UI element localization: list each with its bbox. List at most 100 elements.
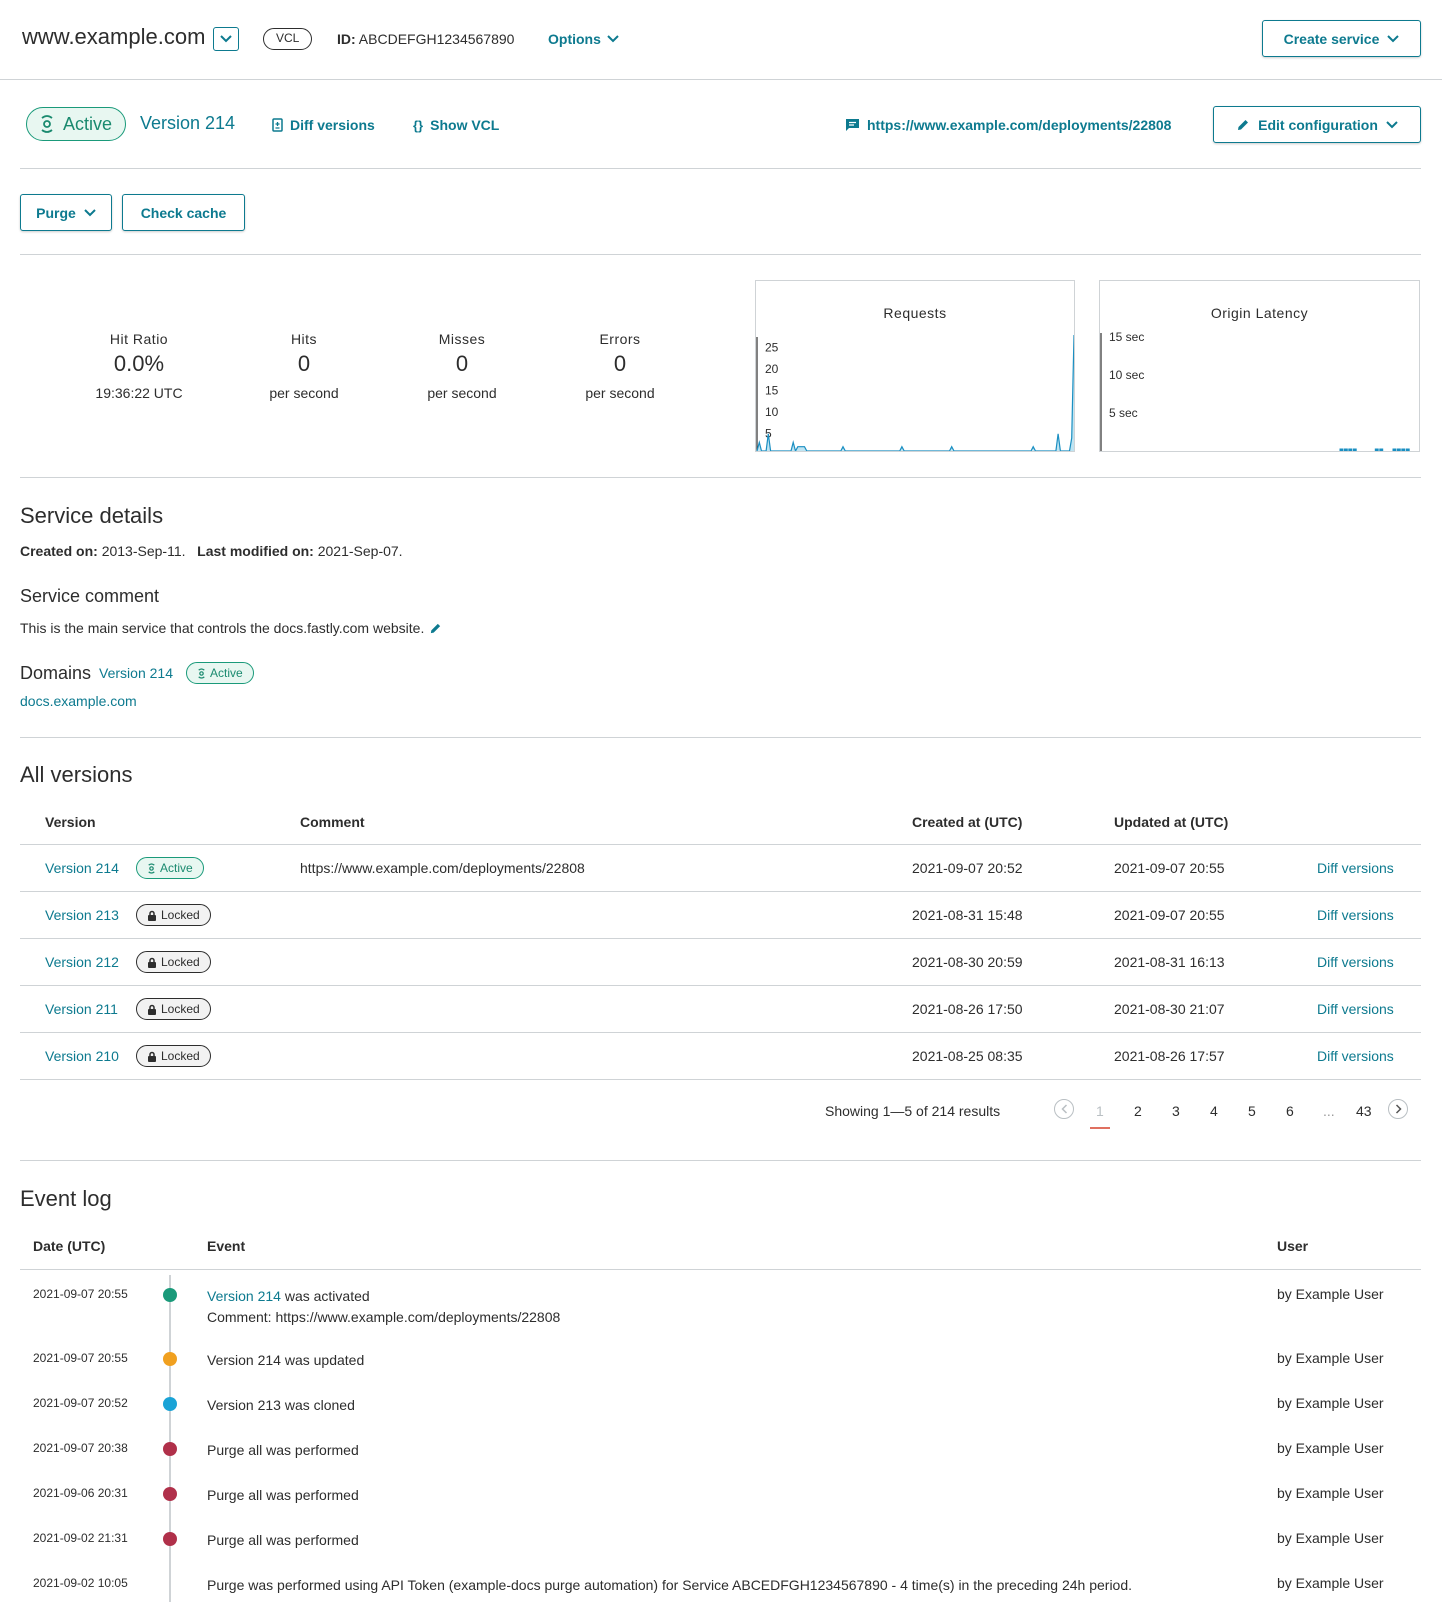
show-vcl-link[interactable]: {} Show VCL xyxy=(413,117,499,133)
next-page-button[interactable] xyxy=(1388,1099,1408,1119)
version-link[interactable]: Version 211 xyxy=(45,1001,118,1017)
locked-badge: Locked xyxy=(136,1045,211,1067)
all-versions-heading: All versions xyxy=(20,762,133,787)
event-status-dot xyxy=(163,1352,177,1366)
edit-configuration-button[interactable]: Edit configuration xyxy=(1213,106,1421,143)
event-date: 2021-09-07 20:55 xyxy=(33,1287,128,1301)
event-date: 2021-09-02 10:05 xyxy=(33,1576,128,1590)
purge-label: Purge xyxy=(36,204,76,221)
divider xyxy=(20,1269,1421,1270)
y-tick-label: 10 sec xyxy=(1109,368,1144,382)
diff-versions-link[interactable]: Diff versions xyxy=(272,117,375,133)
diff-versions-link[interactable]: Diff versions xyxy=(1317,860,1394,876)
column-header-event: Event xyxy=(207,1238,246,1254)
page-button[interactable]: 6 xyxy=(1286,1103,1294,1119)
latency-bar xyxy=(1379,448,1384,451)
service-details-heading: Service details xyxy=(20,503,164,528)
event-description: Purge was performed using API Token (exa… xyxy=(207,1575,1132,1596)
page-button[interactable]: 3 xyxy=(1172,1103,1180,1119)
check-cache-label: Check cache xyxy=(140,204,227,221)
version-link[interactable]: Version 213 xyxy=(45,907,119,923)
pencil-icon[interactable] xyxy=(429,622,442,635)
chevron-down-icon xyxy=(1387,34,1400,42)
version-badge: Locked xyxy=(136,904,211,926)
event-user: by Example User xyxy=(1277,1575,1384,1591)
requests-chart: Requests 25 20 15 10 5 xyxy=(755,280,1075,452)
version-badge: Locked xyxy=(136,951,211,973)
service-switcher-button[interactable] xyxy=(213,27,239,51)
event-date: 2021-09-07 20:52 xyxy=(33,1396,128,1410)
chevron-down-icon xyxy=(1386,120,1398,128)
diff-versions-link[interactable]: Diff versions xyxy=(1317,1001,1394,1017)
event-status-dot xyxy=(163,1487,177,1501)
edit-configuration-label: Edit configuration xyxy=(1258,116,1378,133)
latency-bar xyxy=(1396,448,1401,451)
latency-bar xyxy=(1405,448,1410,451)
event-description: Version 213 was cloned xyxy=(207,1395,355,1416)
create-service-button[interactable]: Create service xyxy=(1262,20,1421,57)
version-link[interactable]: Version 210 xyxy=(45,1048,119,1064)
event-log-heading: Event log xyxy=(20,1186,112,1211)
check-cache-button[interactable]: Check cache xyxy=(122,194,245,231)
results-summary: Showing 1—5 of 214 results xyxy=(825,1103,1001,1119)
event-text: Purge all was performed xyxy=(207,1487,359,1503)
locked-badge: Locked xyxy=(136,998,211,1020)
page-button[interactable]: 4 xyxy=(1210,1103,1218,1119)
lock-icon xyxy=(148,957,156,968)
column-header-updated: Updated at (UTC) xyxy=(1114,814,1229,830)
divider xyxy=(20,168,1421,169)
show-vcl-label: Show VCL xyxy=(430,117,500,133)
badge-label: Active xyxy=(160,861,193,875)
domains-active-label: Active xyxy=(209,666,243,680)
divider xyxy=(20,477,1421,478)
version-link[interactable]: Version 212 xyxy=(45,954,119,970)
previous-page-button[interactable] xyxy=(1054,1099,1074,1119)
divider xyxy=(20,737,1421,738)
y-tick-label: 20 xyxy=(765,362,779,376)
version-link[interactable]: Version 214 xyxy=(45,860,119,876)
stat-value: 0 xyxy=(455,351,469,376)
event-version-link[interactable]: Version 214 xyxy=(207,1288,281,1304)
domains-header: Domains Version 214 Active xyxy=(20,662,254,684)
latency-bar xyxy=(1392,448,1397,451)
page-button[interactable]: 43 xyxy=(1356,1103,1372,1119)
column-header-user: User xyxy=(1277,1238,1309,1254)
table-row: Version 212 Locked 2021-08-30 20:59 2021-08… xyxy=(20,938,1421,985)
purge-button[interactable]: Purge xyxy=(20,194,112,231)
event-description: Version 214 was updated xyxy=(207,1350,364,1371)
diff-versions-link[interactable]: Diff versions xyxy=(1317,1048,1394,1064)
diff-versions-link[interactable]: Diff versions xyxy=(1317,907,1394,923)
column-header-date: Date (UTC) xyxy=(33,1238,106,1254)
service-comment: This is the main service that controls t… xyxy=(20,620,442,636)
event-text: was activated xyxy=(280,1288,370,1304)
page-button[interactable]: 5 xyxy=(1248,1103,1256,1119)
requests-chart-plot: 252015105 xyxy=(756,334,1074,451)
version-created: 2021-08-25 08:35 xyxy=(912,1048,1023,1064)
diff-versions-link[interactable]: Diff versions xyxy=(1317,954,1394,970)
page-button[interactable]: 2 xyxy=(1134,1103,1142,1119)
latency-bar xyxy=(1343,448,1348,451)
event-status-dot xyxy=(163,1397,177,1411)
version-bar: Active Version 214 Diff versions {} Show… xyxy=(0,80,1442,169)
lock-icon xyxy=(148,1051,156,1062)
hits-stat: Hits 0 per second xyxy=(229,331,379,401)
event-date: 2021-09-07 20:38 xyxy=(33,1441,128,1455)
page-button[interactable]: 1 xyxy=(1090,1103,1110,1129)
latency-bar xyxy=(1348,448,1353,451)
service-id: ID: ABCDEFGH1234567890 xyxy=(337,31,514,47)
y-tick-label: 15 sec xyxy=(1109,330,1144,344)
active-badge: Active xyxy=(136,857,204,879)
version-created: 2021-08-30 20:59 xyxy=(912,954,1023,970)
created-label: Created on: xyxy=(20,543,98,559)
column-header-created: Created at (UTC) xyxy=(912,814,1023,830)
deployment-url-link[interactable]: https://www.example.com/deployments/2280… xyxy=(845,117,1171,133)
locked-badge: Locked xyxy=(136,904,211,926)
pencil-icon xyxy=(1238,119,1249,130)
domain-link[interactable]: docs.example.com xyxy=(20,693,137,709)
table-row: Version 214 Active https://www.example.com… xyxy=(20,844,1421,891)
stat-sub: per second xyxy=(585,385,655,401)
options-menu[interactable]: Options xyxy=(548,31,619,47)
diff-versions-label: Diff versions xyxy=(290,117,375,133)
domains-heading: Domains xyxy=(20,662,92,683)
chevron-down-icon xyxy=(84,208,96,216)
